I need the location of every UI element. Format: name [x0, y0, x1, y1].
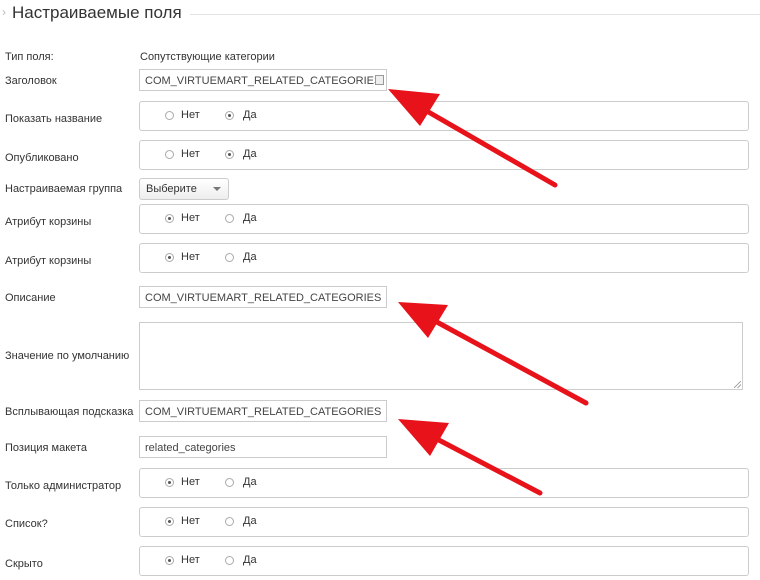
admin-only-yes-label[interactable]: Да: [243, 476, 257, 488]
is-list-yes-label[interactable]: Да: [243, 515, 257, 527]
title-label: Заголовок: [5, 75, 57, 87]
description-input[interactable]: COM_VIRTUEMART_RELATED_CATEGORIES: [139, 286, 387, 308]
is-list-no-label[interactable]: Нет: [181, 515, 200, 527]
hidden-yes-radio[interactable]: [225, 556, 234, 565]
cart-attribute-no-radio[interactable]: [165, 214, 174, 223]
custom-group-label: Настраиваемая группа: [5, 183, 123, 195]
description-label: Описание: [5, 292, 56, 304]
custom-group-selected: Выберите: [146, 183, 197, 195]
admin-only-radio-group: Нет Да: [139, 468, 749, 498]
published-yes-label[interactable]: Да: [243, 148, 257, 160]
resize-grip-icon[interactable]: [734, 381, 741, 388]
is-list-radio-group: Нет Да: [139, 507, 749, 537]
hidden-label: Скрыто: [5, 558, 43, 570]
tooltip-input-value: COM_VIRTUEMART_RELATED_CATEGORIES: [145, 406, 382, 418]
admin-only-label: Только администратор: [5, 480, 122, 492]
hidden-yes-label[interactable]: Да: [243, 554, 257, 566]
cart-attribute-yes-label[interactable]: Да: [243, 212, 257, 224]
layout-position-input[interactable]: related_categories: [139, 436, 387, 458]
cart-attribute-label: Атрибут корзины: [5, 216, 92, 228]
published-no-label[interactable]: Нет: [181, 148, 200, 160]
admin-only-yes-radio[interactable]: [225, 478, 234, 487]
title-input[interactable]: COM_VIRTUEMART_RELATED_CATEGORIES: [139, 69, 387, 91]
default-value-label: Значение по умолчанию: [5, 350, 130, 362]
admin-only-no-radio[interactable]: [165, 478, 174, 487]
published-yes-radio[interactable]: [225, 150, 234, 159]
chevron-down-icon: [213, 187, 221, 191]
admin-only-no-label[interactable]: Нет: [181, 476, 200, 488]
description-input-value: COM_VIRTUEMART_RELATED_CATEGORIES: [145, 292, 382, 304]
cart-attribute-2-yes-radio[interactable]: [225, 253, 234, 262]
title-input-value: COM_VIRTUEMART_RELATED_CATEGORIES: [145, 75, 382, 87]
is-list-yes-radio[interactable]: [225, 517, 234, 526]
tooltip-label: Всплывающая подсказка: [5, 406, 134, 418]
field-type-label: Тип поля:: [5, 51, 54, 63]
hidden-no-radio[interactable]: [165, 556, 174, 565]
default-value-textarea[interactable]: [139, 322, 743, 390]
cart-attribute-no-label[interactable]: Нет: [181, 212, 200, 224]
cart-attribute-radio-group: Нет Да: [139, 204, 749, 234]
published-radio-group: Нет Да: [139, 140, 749, 170]
cart-attribute-2-no-radio[interactable]: [165, 253, 174, 262]
show-title-radio-group: Нет Да: [139, 101, 749, 131]
show-title-no-label[interactable]: Нет: [181, 109, 200, 121]
cart-attribute-yes-radio[interactable]: [225, 214, 234, 223]
published-label: Опубликовано: [5, 152, 79, 164]
hidden-radio-group: Нет Да: [139, 546, 749, 576]
hidden-no-label[interactable]: Нет: [181, 554, 200, 566]
section-header: › Настраиваемые поля: [0, 3, 190, 23]
show-title-no-radio[interactable]: [165, 111, 174, 120]
section-title: Настраиваемые поля: [12, 3, 182, 22]
chevron-right-icon: ›: [2, 5, 6, 19]
show-title-yes-radio[interactable]: [225, 111, 234, 120]
cart-attribute-2-radio-group: Нет Да: [139, 243, 749, 273]
is-list-no-radio[interactable]: [165, 517, 174, 526]
custom-group-select[interactable]: Выберите: [139, 178, 229, 200]
cart-attribute-2-label: Атрибут корзины: [5, 255, 92, 267]
cart-attribute-2-yes-label[interactable]: Да: [243, 251, 257, 263]
layout-position-label: Позиция макета: [5, 442, 87, 454]
tooltip-input[interactable]: COM_VIRTUEMART_RELATED_CATEGORIES: [139, 400, 387, 422]
editor-icon[interactable]: [375, 75, 384, 85]
field-type-value: Сопутствующие категории: [140, 51, 275, 63]
show-title-yes-label[interactable]: Да: [243, 109, 257, 121]
is-list-label: Список?: [5, 518, 48, 530]
cart-attribute-2-no-label[interactable]: Нет: [181, 251, 200, 263]
published-no-radio[interactable]: [165, 150, 174, 159]
show-title-label: Показать название: [5, 113, 103, 125]
layout-position-value: related_categories: [145, 442, 236, 454]
